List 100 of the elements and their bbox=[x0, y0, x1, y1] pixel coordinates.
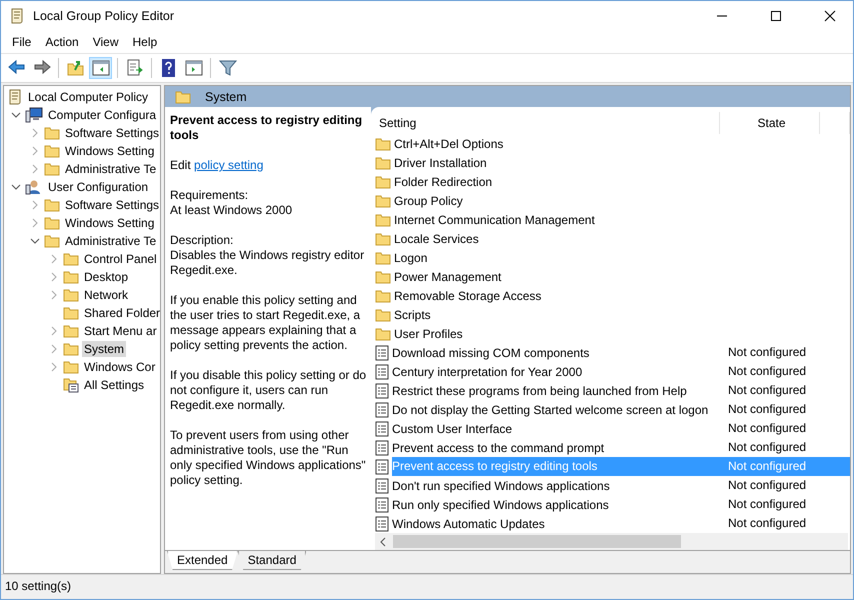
setting-state: Not configured bbox=[727, 363, 808, 380]
edit-policy-text: Edit policy setting bbox=[170, 158, 264, 173]
table-row[interactable]: Scripts bbox=[375, 305, 850, 324]
setting-name: Do not display the Getting Started welcome screen at logon bbox=[392, 402, 708, 416]
folder-icon bbox=[375, 212, 391, 226]
setting-name: Locale Services bbox=[394, 232, 479, 246]
setting-name: Windows Automatic Updates bbox=[392, 516, 545, 530]
view-tab[interactable]: Extended bbox=[167, 551, 238, 570]
setting-name: User Profiles bbox=[394, 326, 463, 340]
setting-name: Don't run specified Windows applications bbox=[392, 478, 610, 492]
tree-item[interactable]: User Configuration bbox=[46, 179, 150, 195]
table-row[interactable]: Don't run specified Windows applications Not configured bbox=[375, 476, 850, 495]
column-header[interactable]: State bbox=[720, 112, 820, 134]
folder-icon bbox=[375, 156, 391, 170]
setting-state: Not configured bbox=[727, 344, 808, 361]
setting-name: Driver Installation bbox=[394, 156, 487, 170]
tree-item[interactable]: Administrative Te bbox=[63, 233, 158, 249]
tree-item[interactable]: Control Panel bbox=[82, 251, 159, 267]
scroll-icon bbox=[9, 8, 25, 24]
tree-item[interactable]: Windows Cor bbox=[82, 359, 158, 375]
folder-icon bbox=[63, 252, 79, 266]
setting-state: Not configured bbox=[727, 401, 808, 418]
tree-item[interactable]: Network bbox=[82, 287, 130, 303]
filter-icon bbox=[218, 58, 238, 78]
folder-icon bbox=[375, 270, 391, 284]
tree-pane-icon bbox=[90, 58, 110, 78]
menu-item[interactable]: Help bbox=[126, 33, 164, 51]
chevron-down-icon bbox=[30, 236, 40, 246]
table-row[interactable]: Windows Automatic Updates Not configured bbox=[375, 514, 850, 533]
tree-item[interactable]: Windows Setting bbox=[63, 215, 156, 231]
tree-item[interactable]: All Settings bbox=[82, 377, 146, 393]
setting-state: Not configured bbox=[727, 477, 808, 494]
table-row[interactable]: Folder Redirection bbox=[375, 172, 850, 191]
chevron-down-icon bbox=[11, 110, 21, 120]
tree-item[interactable]: Software Settings bbox=[63, 197, 160, 213]
table-row[interactable]: Restrict these programs from being launched from Help Not configured bbox=[375, 381, 850, 400]
policy-setting-icon bbox=[375, 440, 389, 456]
setting-name: Run only specified Windows applications bbox=[392, 498, 609, 512]
table-row[interactable]: Custom User Interface Not configured bbox=[375, 419, 850, 438]
setting-name: Logon bbox=[394, 250, 428, 264]
description-paragraph: If you enable this policy setting and the user tries to start Regedit.exe, a message appears explaining that a policy setting prevents the action. bbox=[170, 293, 362, 353]
setting-name: Custom User Interface bbox=[392, 422, 512, 436]
menu-item[interactable]: View bbox=[86, 33, 126, 51]
tree-item[interactable]: Start Menu ar bbox=[82, 323, 159, 339]
setting-name: Folder Redirection bbox=[394, 174, 492, 188]
setting-name: Ctrl+Alt+Del Options bbox=[394, 136, 504, 150]
folder-icon bbox=[375, 288, 391, 302]
description-paragraph: Requirements: At least Windows 2000 bbox=[170, 188, 294, 218]
tree-item[interactable]: Software Settings bbox=[63, 125, 160, 141]
table-row[interactable]: Locale Services bbox=[375, 229, 850, 248]
folder-icon bbox=[44, 234, 60, 248]
folder-icon bbox=[44, 162, 60, 176]
table-row[interactable]: Removable Storage Access bbox=[375, 286, 850, 305]
tree-item[interactable]: Shared Folder bbox=[82, 305, 160, 321]
tree-item[interactable]: Windows Setting bbox=[63, 143, 156, 159]
export-list-icon bbox=[124, 58, 144, 78]
folder-icon bbox=[63, 342, 79, 356]
tree-item[interactable]: Local Computer Policy bbox=[26, 89, 150, 105]
setting-state: Not configured bbox=[727, 382, 808, 399]
table-row[interactable]: Century interpretation for Year 2000 Not configured bbox=[375, 362, 850, 381]
table-row[interactable]: User Profiles bbox=[375, 324, 850, 343]
description-paragraph: To prevent users from using other administrative tools, use the "Run only specified Windows applications" policy setting. bbox=[170, 428, 367, 488]
settings-list-icon bbox=[63, 377, 79, 393]
table-row[interactable]: Logon bbox=[375, 248, 850, 267]
description-paragraph: If you disable this policy setting or do not configure it, users can run Regedit.exe normally. bbox=[170, 368, 367, 413]
setting-state: Not configured bbox=[727, 515, 808, 532]
menu-item[interactable]: Action bbox=[38, 33, 86, 51]
table-row[interactable]: Ctrl+Alt+Del Options bbox=[375, 134, 850, 153]
menu-item[interactable]: File bbox=[5, 33, 38, 51]
tree-pane-button[interactable] bbox=[89, 57, 112, 79]
table-row[interactable]: Prevent access to the command prompt Not configured bbox=[375, 438, 850, 457]
column-header[interactable]: Setting bbox=[375, 112, 720, 134]
tree-item[interactable]: Desktop bbox=[82, 269, 130, 285]
maximize-icon[interactable] bbox=[770, 10, 782, 22]
setting-name: Removable Storage Access bbox=[394, 288, 542, 302]
table-row[interactable]: Group Policy bbox=[375, 191, 850, 210]
policy-setting-icon bbox=[375, 496, 389, 512]
folder-icon bbox=[44, 126, 60, 140]
tree-item[interactable]: Computer Configura bbox=[46, 107, 158, 123]
setting-name: Download missing COM components bbox=[392, 346, 590, 360]
table-row[interactable]: Do not display the Getting Started welcome screen at logon Not configured bbox=[375, 400, 850, 419]
table-row[interactable]: Download missing COM components Not configured bbox=[375, 343, 850, 362]
policy-setting-icon bbox=[375, 364, 389, 380]
setting-name: Prevent access to the command prompt bbox=[392, 440, 604, 454]
folder-icon bbox=[63, 306, 79, 320]
table-row[interactable]: Power Management bbox=[375, 267, 850, 286]
tree-item[interactable]: Administrative Te bbox=[63, 161, 158, 177]
table-row[interactable]: Internet Communication Management bbox=[375, 210, 850, 229]
policy-setting-icon bbox=[375, 402, 389, 418]
folder-icon bbox=[44, 216, 60, 230]
table-row[interactable]: Run only specified Windows applications Not configured bbox=[375, 495, 850, 514]
description-paragraph: Description: Disables the Windows registry editor Regedit.exe. bbox=[170, 233, 366, 278]
folder-icon bbox=[375, 326, 391, 340]
horizontal-scrollbar[interactable] bbox=[375, 533, 848, 550]
table-row[interactable]: Driver Installation bbox=[375, 153, 850, 172]
policy-setting-link[interactable]: policy setting bbox=[194, 158, 264, 172]
tree-item[interactable]: System bbox=[82, 341, 126, 357]
setting-state: Not configured bbox=[727, 420, 808, 437]
view-tab[interactable]: Standard bbox=[238, 551, 306, 570]
close-icon[interactable] bbox=[824, 10, 836, 22]
